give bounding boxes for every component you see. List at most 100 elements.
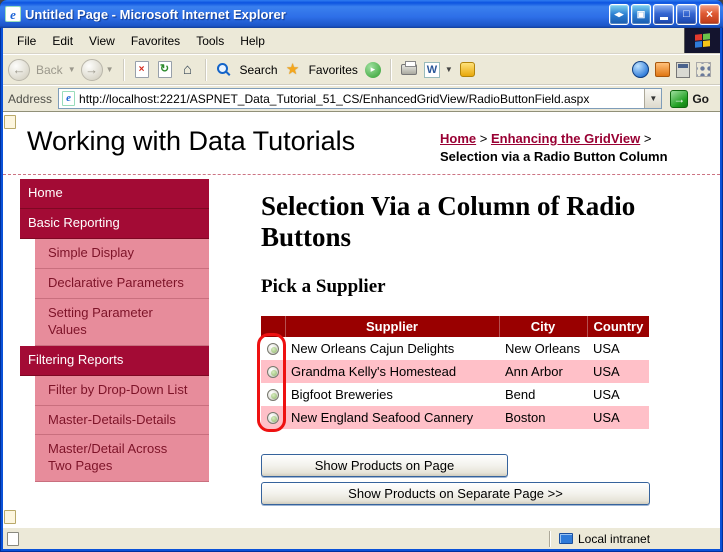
select-supplier-radio[interactable] [267,343,279,355]
print-button[interactable] [399,60,419,80]
maximize-button[interactable]: □ [676,4,697,25]
table-row: New England Seafood Cannery Boston USA [261,406,649,429]
zone-label: Local intranet [578,532,650,546]
sidebar-item-master-details-details[interactable]: Master-Details-Details [35,406,209,436]
cell-country: USA [587,406,649,429]
menu-help[interactable]: Help [232,30,273,52]
address-input[interactable] [79,90,644,107]
column-header-supplier: Supplier [285,316,499,337]
minimize-icon [660,17,668,20]
menu-edit[interactable]: Edit [44,30,81,52]
page-favicon: e [62,91,75,106]
forward-dropdown-icon[interactable]: ▼ [106,65,114,74]
minimize-button[interactable] [653,4,674,25]
sidebar-item-setting-parameter-values[interactable]: Setting Parameter Values [35,299,209,346]
show-products-on-page-button[interactable]: Show Products on Page [261,454,508,477]
breadcrumb: Home > Enhancing the GridView > Selectio… [440,126,710,166]
cell-country: USA [587,360,649,383]
suppliers-gridview: Supplier City Country New Orleans Cajun … [261,316,649,429]
radio-column-header [261,316,285,337]
sidebar-item-declarative-parameters[interactable]: Declarative Parameters [35,269,209,299]
go-label: Go [692,92,709,106]
menu-favorites[interactable]: Favorites [123,30,188,52]
status-divider [549,531,551,547]
dock-left-button[interactable]: ◂▸ [609,4,629,25]
sidebar-item-home[interactable]: Home [20,179,209,209]
show-products-on-separate-page-button[interactable]: Show Products on Separate Page >> [261,482,650,505]
cell-supplier: Grandma Kelly's Homestead [285,360,499,383]
home-button[interactable]: ⌂ [178,60,198,80]
cell-supplier: New Orleans Cajun Delights [285,337,499,360]
calculator-icon[interactable] [676,62,690,78]
address-dropdown-button[interactable]: ▼ [644,89,661,108]
edit-dropdown-icon[interactable]: ▼ [445,65,453,74]
go-button[interactable]: → Go [668,88,715,110]
toolbar-separator [390,59,392,81]
search-label[interactable]: Search [240,63,278,77]
sidebar-item-master-detail-across-two-pages[interactable]: Master/Detail Across Two Pages [35,435,209,482]
menu-view[interactable]: View [81,30,123,52]
window-title: Untitled Page - Microsoft Internet Explo… [25,7,607,22]
favorites-label[interactable]: Favorites [309,63,358,77]
forward-button[interactable]: → [81,59,103,81]
decorative-page-icon [4,115,16,129]
home-icon: ⌂ [183,62,192,77]
cell-country: USA [587,383,649,406]
column-header-city: City [499,316,587,337]
sidebar-section-filtering-reports[interactable]: Filtering Reports [20,346,209,376]
stop-button[interactable]: × [132,60,152,80]
grid-tool-icon[interactable] [696,62,711,77]
sidebar-item-filter-by-drop-down-list[interactable]: Filter by Drop-Down List [35,376,209,406]
select-supplier-radio[interactable] [267,389,279,401]
messenger-icon [460,62,475,77]
menu-bar: File Edit View Favorites Tools Help [3,28,720,54]
main-content: Selection Via a Column of Radio Buttons … [261,179,651,509]
back-label: Back [36,63,63,77]
back-button[interactable]: ← [8,59,30,81]
breadcrumb-current: Selection via a Radio Button Column [440,149,668,164]
select-supplier-radio[interactable] [267,412,279,424]
toolbar-right-cluster [632,61,715,78]
back-dropdown-icon[interactable]: ▼ [68,65,76,74]
address-input-wrap: e ▼ [58,88,662,109]
breadcrumb-link-home[interactable]: Home [440,131,476,146]
dock-right-button[interactable]: ▣ [631,4,651,25]
cell-city: Ann Arbor [499,360,587,383]
menu-file[interactable]: File [9,30,44,52]
security-zone-panel: Local intranet [556,532,716,546]
table-row: New Orleans Cajun Delights New Orleans U… [261,337,649,360]
action-buttons: Show Products on Page Show Products on S… [261,454,651,505]
close-button[interactable]: × [699,4,720,25]
browse-web-icon[interactable] [632,61,649,78]
favorites-button[interactable]: ★ [283,60,303,80]
print-icon [401,64,417,75]
suppliers-table: Supplier City Country New Orleans Cajun … [261,316,649,429]
media-button[interactable]: ▸ [363,60,383,80]
search-button[interactable] [214,60,234,80]
page-body: Home Basic Reporting Simple Display Decl… [3,175,720,509]
edit-with-word-button[interactable]: W [422,60,442,80]
messenger-button[interactable] [458,60,478,80]
window-controls: ◂▸ ▣ □ × [607,4,720,25]
page-content: Working with Data Tutorials Home > Enhan… [3,112,720,527]
research-icon[interactable] [655,62,670,77]
cell-city: Boston [499,406,587,429]
windows-flag-icon [695,33,710,48]
cell-supplier: New England Seafood Cannery [285,406,499,429]
breadcrumb-link-section[interactable]: Enhancing the GridView [491,131,640,146]
address-label: Address [8,92,52,106]
title-bar[interactable]: e Untitled Page - Microsoft Internet Exp… [0,0,723,28]
refresh-icon: ↻ [158,61,172,78]
menu-tools[interactable]: Tools [188,30,232,52]
breadcrumb-separator: > [480,131,488,146]
table-row: Bigfoot Breweries Bend USA [261,383,649,406]
media-icon: ▸ [365,62,381,78]
internet-explorer-icon: e [5,6,21,22]
ie-e-glyph: e [10,8,16,21]
refresh-button[interactable]: ↻ [155,60,175,80]
sidebar-section-basic-reporting[interactable]: Basic Reporting [20,209,209,239]
select-supplier-radio[interactable] [267,366,279,378]
favorites-star-icon: ★ [286,62,299,77]
sidebar-item-simple-display[interactable]: Simple Display [35,239,209,269]
radio-cell [261,337,285,360]
